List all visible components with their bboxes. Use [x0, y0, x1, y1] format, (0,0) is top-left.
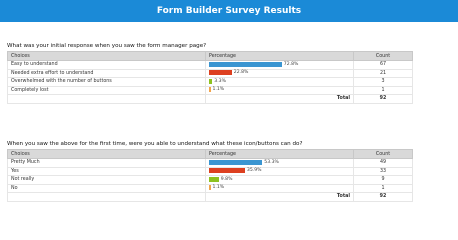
column-header-choices: Choices	[7, 149, 206, 159]
table-row: Yes 35.9% 33	[7, 166, 413, 176]
count-value: 1	[353, 85, 413, 95]
percentage-label: 53.3%	[264, 159, 279, 165]
table-row: Needed extra effort to understand 22.8% …	[7, 68, 413, 78]
question-text: What was your initial response when you …	[7, 43, 207, 49]
percentage-label: 3.3%	[214, 78, 226, 84]
choice-label: No	[7, 183, 206, 193]
percentage-cell: 9.8%	[205, 175, 354, 185]
percentage-label: 72.8%	[283, 61, 299, 67]
percentage-cell: 53.3%	[205, 158, 354, 168]
percentage-bar	[209, 70, 232, 76]
choice-label: Easy to understand	[7, 60, 206, 70]
count-value: 9	[353, 175, 413, 185]
percentage-bar	[209, 168, 245, 174]
table-row: Pretty Much 53.3% 49	[7, 158, 413, 168]
survey-header: Form Builder Survey Results	[0, 0, 458, 22]
percentage-bar	[209, 78, 213, 84]
choice-label: Pretty Much	[7, 158, 206, 168]
percentage-label: 1.1%	[212, 87, 225, 93]
choice-label: Not really	[7, 175, 206, 185]
column-header-count: Count	[353, 51, 413, 61]
percentage-cell: 1.1%	[205, 85, 354, 95]
total-row: Total 92	[7, 94, 413, 104]
table-header-row: Choices Percentage Count	[7, 51, 413, 61]
column-header-percentage: Percentage	[205, 51, 354, 61]
question-text: When you saw the above for the first tim…	[7, 141, 303, 147]
table-row: Easy to understand 72.8% 67	[7, 60, 413, 70]
percentage-cell: 3.3%	[205, 77, 354, 87]
results-table: Choices Percentage Count Pretty Much 53.…	[7, 149, 413, 202]
choice-label: Needed extra effort to understand	[7, 68, 206, 78]
table-row: Not really 9.8% 9	[7, 175, 413, 185]
choice-label: Yes	[7, 166, 206, 176]
percentage-label: 35.9%	[246, 168, 262, 174]
count-value: 67	[353, 60, 413, 70]
total-row: Total 92	[7, 192, 413, 202]
percentage-cell: 1.1%	[205, 183, 354, 193]
total-label: Total	[205, 192, 354, 202]
percentage-label: 9.8%	[220, 176, 233, 182]
results-table: Choices Percentage Count Easy to underst…	[7, 51, 413, 104]
percentage-cell: 22.8%	[205, 68, 354, 78]
count-value: 1	[353, 183, 413, 193]
count-value: 33	[353, 166, 413, 176]
question-block-1: What was your initial response when you …	[7, 42, 413, 104]
table-header-row: Choices Percentage Count	[7, 149, 413, 159]
count-value: 3	[353, 77, 413, 87]
percentage-cell: 35.9%	[205, 166, 354, 176]
count-value: 21	[353, 68, 413, 78]
table-row: Overwhelmed with the number of buttons 3…	[7, 77, 413, 87]
percentage-cell: 72.8%	[205, 60, 354, 70]
percentage-label: 1.1%	[212, 185, 225, 191]
column-header-percentage: Percentage	[205, 149, 354, 159]
table-row: No 1.1% 1	[7, 183, 413, 193]
percentage-bar	[209, 159, 263, 165]
page-title: Form Builder Survey Results	[156, 6, 302, 16]
percentage-label: 22.8%	[233, 70, 249, 76]
table-row: Completely lost 1.1% 1	[7, 85, 413, 95]
choice-label: Overwhelmed with the number of buttons	[7, 77, 206, 87]
total-value: 92	[353, 94, 413, 104]
column-header-count: Count	[353, 149, 413, 159]
choice-label: Completely lost	[7, 85, 206, 95]
total-value: 92	[353, 192, 413, 202]
count-value: 49	[353, 158, 413, 168]
percentage-bar	[209, 87, 211, 93]
percentage-bar	[209, 61, 282, 67]
percentage-bar	[209, 176, 219, 182]
column-header-choices: Choices	[7, 51, 206, 61]
percentage-bar	[209, 185, 211, 191]
total-label: Total	[205, 94, 354, 104]
question-block-2: When you saw the above for the first tim…	[7, 140, 413, 202]
